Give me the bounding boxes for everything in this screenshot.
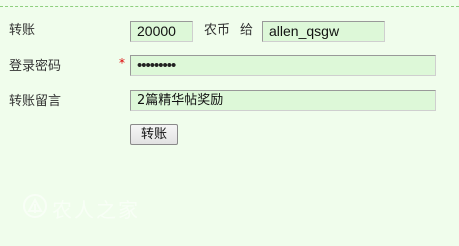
watermark-text: 农人之家 bbox=[52, 197, 140, 222]
farm-logo-icon bbox=[22, 193, 48, 223]
message-input[interactable]: 2篇精华帖奖励 bbox=[130, 90, 436, 111]
watermark: 农人之家 bbox=[22, 193, 140, 223]
amount-input[interactable]: 20000 bbox=[130, 21, 193, 42]
password-label: 登录密码 bbox=[9, 59, 62, 74]
recipient-input[interactable]: allen_qsgw bbox=[262, 21, 385, 42]
transfer-label: 转账 bbox=[9, 23, 36, 38]
password-input[interactable]: ••••••••• bbox=[130, 55, 436, 76]
transfer-submit-button[interactable]: 转账 bbox=[130, 124, 178, 145]
top-divider bbox=[0, 6, 459, 7]
currency-label: 农币 bbox=[204, 23, 231, 38]
to-label: 给 bbox=[240, 23, 254, 38]
required-mark: * bbox=[119, 56, 125, 70]
message-label: 转账留言 bbox=[9, 94, 62, 109]
